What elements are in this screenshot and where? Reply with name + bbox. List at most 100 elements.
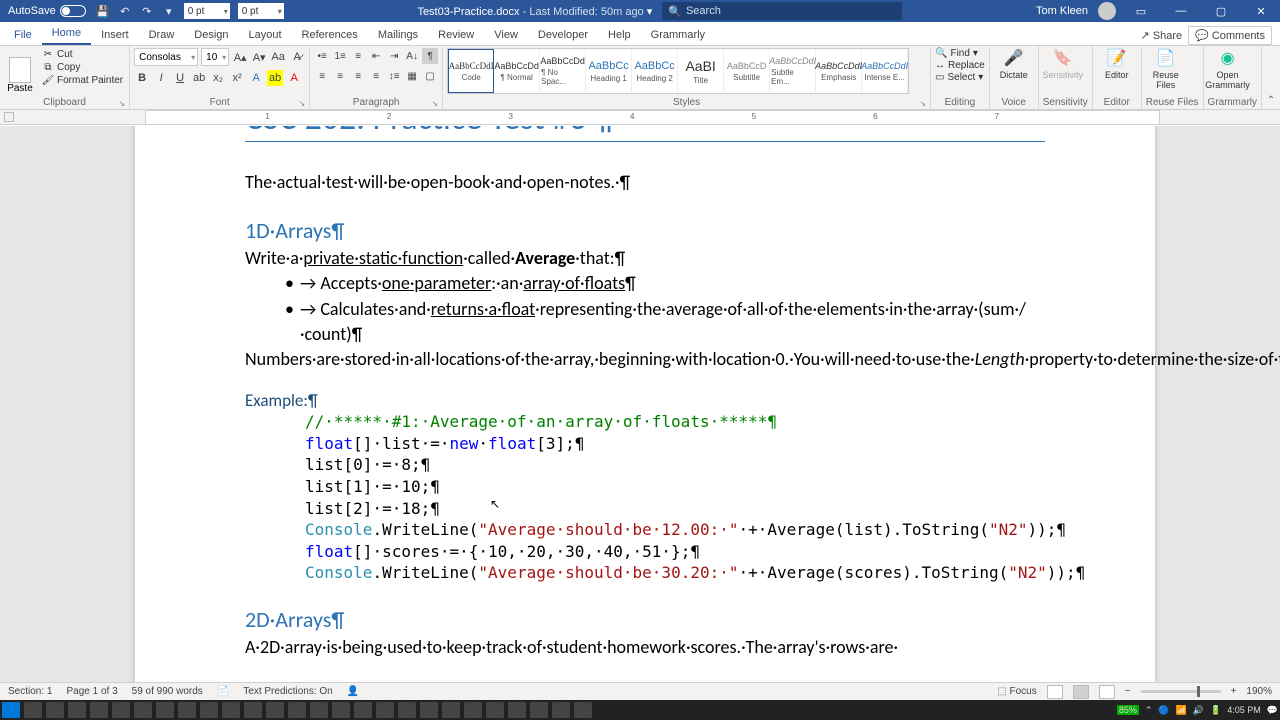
taskbar-app[interactable] — [376, 702, 394, 718]
web-layout-icon[interactable] — [1099, 685, 1115, 699]
qat-more-icon[interactable]: ▾ — [162, 4, 176, 18]
tray-icon[interactable]: 🔵 — [1158, 705, 1169, 716]
tab-mailings[interactable]: Mailings — [368, 25, 428, 45]
taskbar-app[interactable] — [442, 702, 460, 718]
collapse-ribbon-icon[interactable]: ⌃ — [1262, 46, 1280, 109]
tab-layout[interactable]: Layout — [239, 25, 292, 45]
taskbar-app[interactable] — [552, 702, 570, 718]
highlight-icon[interactable]: ab — [267, 70, 283, 86]
styles-gallery[interactable]: AaBbCcDdICode AaBbCcDd¶ Normal AaBbCcDd¶… — [447, 48, 909, 94]
borders-icon[interactable]: ▢ — [422, 68, 438, 84]
tab-home[interactable]: Home — [42, 23, 91, 45]
taskbar-app[interactable] — [156, 702, 174, 718]
taskbar-app[interactable] — [244, 702, 262, 718]
read-mode-icon[interactable] — [1047, 685, 1063, 699]
taskbar-app[interactable] — [134, 702, 152, 718]
show-marks-icon[interactable]: ¶ — [422, 48, 438, 64]
close-button[interactable]: ✕ — [1246, 5, 1276, 18]
status-predictions[interactable]: Text Predictions: On — [243, 686, 332, 697]
space-before-spinner[interactable]: 0 pt — [184, 3, 230, 19]
align-right-icon[interactable]: ≡ — [350, 68, 366, 84]
reuse-files-button[interactable]: 📄Reuse Files — [1146, 48, 1186, 90]
line-spacing-icon[interactable]: ↕≡ — [386, 68, 402, 84]
taskbar-app[interactable] — [288, 702, 306, 718]
status-page[interactable]: Page 1 of 3 — [66, 686, 117, 697]
copy-button[interactable]: ⧉Copy — [40, 61, 125, 73]
change-case-icon[interactable]: Aa — [270, 49, 286, 65]
minimize-button[interactable]: — — [1166, 5, 1196, 17]
notifications-icon[interactable]: 💬 — [1267, 705, 1278, 716]
document-area[interactable]: CSC 202. Practice Test #3 ¶ The·actual·t… — [0, 126, 1280, 692]
spellcheck-icon[interactable]: 📄 — [217, 686, 229, 697]
font-size-combo[interactable]: 10 — [201, 48, 229, 66]
align-center-icon[interactable]: ≡ — [332, 68, 348, 84]
bold-button[interactable]: B — [134, 70, 150, 86]
tab-draw[interactable]: Draw — [139, 25, 185, 45]
sort-icon[interactable]: A↓ — [404, 48, 420, 64]
save-icon[interactable]: 💾 — [96, 4, 110, 18]
shrink-font-icon[interactable]: A▾ — [251, 49, 267, 65]
taskbar-app[interactable] — [90, 702, 108, 718]
taskbar-app[interactable] — [310, 702, 328, 718]
style-subtle-em[interactable]: AaBbCcDdISubtle Em... — [770, 49, 816, 93]
style-normal[interactable]: AaBbCcDd¶ Normal — [494, 49, 540, 93]
tray-chevron-icon[interactable]: ⌃ — [1145, 705, 1153, 716]
zoom-in-button[interactable]: + — [1231, 686, 1237, 697]
justify-icon[interactable]: ≡ — [368, 68, 384, 84]
search-box[interactable]: 🔍 Search — [662, 2, 902, 20]
taskbar-app[interactable] — [68, 702, 86, 718]
share-button[interactable]: ↗ Share — [1141, 29, 1183, 42]
battery-status[interactable]: 85% — [1117, 705, 1139, 715]
taskbar-app[interactable] — [420, 702, 438, 718]
zoom-level[interactable]: 190% — [1246, 686, 1272, 697]
taskbar-app[interactable] — [266, 702, 284, 718]
comments-button[interactable]: 💬 Comments — [1188, 26, 1272, 45]
task-view-icon[interactable] — [46, 702, 64, 718]
style-code[interactable]: AaBbCcDdICode — [448, 49, 494, 93]
select-button[interactable]: ▭ Select ▾ — [935, 72, 985, 83]
dialog-launcher-icon[interactable]: ↘ — [919, 99, 926, 108]
underline-button[interactable]: U — [172, 70, 188, 86]
taskbar-app[interactable] — [222, 702, 240, 718]
dialog-launcher-icon[interactable]: ↘ — [118, 99, 125, 108]
taskbar-app[interactable] — [464, 702, 482, 718]
status-section[interactable]: Section: 1 — [8, 686, 52, 697]
toggle-off-icon[interactable] — [60, 5, 86, 17]
replace-button[interactable]: ↔ Replace — [935, 60, 985, 71]
accessibility-icon[interactable]: 👤 — [347, 686, 359, 697]
tab-view[interactable]: View — [484, 25, 528, 45]
tab-design[interactable]: Design — [184, 25, 238, 45]
user-avatar[interactable] — [1098, 2, 1116, 20]
focus-button[interactable]: ⬚ Focus — [997, 686, 1036, 697]
increase-indent-icon[interactable]: ⇥ — [386, 48, 402, 64]
superscript-button[interactable]: x² — [229, 70, 245, 86]
autosave-toggle[interactable]: AutoSave — [8, 5, 86, 17]
ruler-toggle-icon[interactable] — [4, 112, 14, 122]
taskbar-app[interactable] — [354, 702, 372, 718]
status-words[interactable]: 59 of 990 words — [132, 686, 203, 697]
taskbar-app[interactable] — [486, 702, 504, 718]
tab-references[interactable]: References — [292, 25, 368, 45]
tab-developer[interactable]: Developer — [528, 25, 598, 45]
multilevel-icon[interactable]: ≡ — [350, 48, 366, 64]
strike-button[interactable]: ab — [191, 70, 207, 86]
numbering-icon[interactable]: 1≡ — [332, 48, 348, 64]
style-nospacing[interactable]: AaBbCcDd¶ No Spac... — [540, 49, 586, 93]
taskbar-app[interactable] — [200, 702, 218, 718]
tab-file[interactable]: File — [4, 25, 42, 45]
page[interactable]: CSC 202. Practice Test #3 ¶ The·actual·t… — [135, 126, 1155, 692]
user-name[interactable]: Tom Kleen — [1036, 5, 1088, 17]
format-painter-button[interactable]: 🖌Format Painter — [40, 74, 125, 86]
taskbar-app[interactable] — [112, 702, 130, 718]
tab-help[interactable]: Help — [598, 25, 641, 45]
start-button[interactable] — [2, 702, 20, 718]
text-effects-icon[interactable]: A — [248, 70, 264, 86]
bullets-icon[interactable]: •≡ — [314, 48, 330, 64]
space-after-spinner[interactable]: 0 pt — [238, 3, 284, 19]
taskbar-app[interactable] — [332, 702, 350, 718]
taskbar-app[interactable] — [530, 702, 548, 718]
taskbar-search-icon[interactable] — [24, 702, 42, 718]
dialog-launcher-icon[interactable]: ↘ — [431, 99, 438, 108]
dictate-button[interactable]: 🎤Dictate — [994, 48, 1034, 80]
style-heading1[interactable]: AaBbCcHeading 1 — [586, 49, 632, 93]
